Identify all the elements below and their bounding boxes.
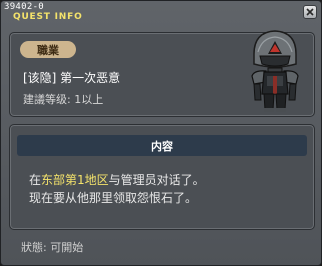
content-line-1-prefix: 在 [29, 173, 42, 187]
content-line-2: 现在要从他那里领取怨恨石了。 [29, 191, 198, 205]
close-button[interactable] [303, 5, 317, 19]
job-badge: 職業 [20, 41, 76, 58]
content-line-1-suffix: 与管理员对话了。 [108, 173, 205, 187]
quest-status: 狀態: 可開始 [21, 241, 84, 254]
armored-knight-npc-icon [251, 30, 299, 112]
recommended-level: 建議等级: 1以上 [23, 93, 104, 106]
content-line-1: 在东部第1地区与管理员对话了。 [29, 171, 205, 188]
quest-id: 39402-0 [4, 2, 45, 12]
close-icon [306, 8, 314, 16]
window-title: QUEST INFO [13, 12, 83, 22]
quest-content-panel: 内容 在东部第1地区与管理员对话了。 现在要从他那里领取怨恨石了。 [9, 124, 315, 230]
quest-name: [该隐] 第一次恶意 [23, 71, 121, 85]
quest-info-window: 39402-0 QUEST INFO 職業 [该隐] 第一次恶意 建議等级: 1… [0, 0, 322, 266]
location-highlight: 东部第1地区 [41, 173, 109, 187]
content-header: 内容 [17, 135, 307, 156]
quest-summary-panel: 職業 [该隐] 第一次恶意 建議等级: 1以上 [9, 30, 315, 117]
